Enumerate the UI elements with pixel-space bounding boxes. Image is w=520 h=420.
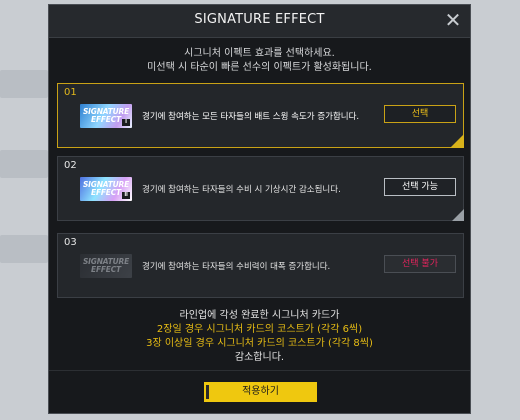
card-number: 03: [64, 237, 77, 248]
intro-line: 시그니처 이펙트 효과를 선택하세요.: [184, 48, 335, 59]
select-button[interactable]: 선택: [384, 105, 456, 123]
dialog-title: SIGNATURE EFFECT: [194, 12, 325, 27]
dialog-header: SIGNATURE EFFECT ✕: [49, 5, 470, 38]
badge-line: EFFECT: [91, 188, 121, 197]
info-line: 라인업에 각성 완료한 시그니처 카드가: [179, 310, 340, 321]
effect-card-03: 03 SIGNATURE EFFECT 경기에 참여하는 타자들의 수비력이 대…: [57, 233, 464, 298]
divider: [49, 370, 470, 371]
info-line: 감소합니다.: [234, 352, 285, 363]
cost-info-text: 라인업에 각성 완료한 시그니처 카드가 2장일 경우 시그니처 카드의 코스트…: [49, 309, 470, 365]
card-description: 경기에 참여하는 타자들의 수비력이 대폭 증가합니다.: [142, 262, 331, 272]
signature-effect-dialog: SIGNATURE EFFECT ✕ 시그니처 이펙트 효과를 선택하세요. 미…: [48, 4, 471, 414]
badge-line: EFFECT: [91, 115, 121, 124]
card-description: 경기에 참여하는 타자들의 수비 시 기상시간 감소됩니다.: [142, 185, 341, 195]
close-icon[interactable]: ✕: [442, 9, 464, 31]
intro-text: 시그니처 이펙트 효과를 선택하세요. 미선택 시 타순이 빠른 선수의 이펙트…: [49, 47, 470, 75]
background-element: [0, 70, 48, 98]
signature-effect-badge: SIGNATURE EFFECT: [80, 254, 132, 278]
select-disabled-button: 선택 불가: [384, 255, 456, 273]
card-description: 경기에 참여하는 모든 타자들의 배트 스윙 속도가 증가합니다.: [142, 112, 360, 122]
apply-button[interactable]: 적용하기: [204, 382, 317, 402]
signature-effect-badge: SIGNATURE EFFECT II: [80, 177, 132, 201]
select-available-button[interactable]: 선택 가능: [384, 178, 456, 196]
tier-badge: II: [122, 192, 130, 199]
background-element: [0, 150, 48, 178]
background-element: [0, 235, 48, 263]
effect-card-01[interactable]: 01 SIGNATURE EFFECT I 경기에 참여하는 모든 타자들의 배…: [57, 83, 464, 148]
info-line-highlight: 2장일 경우 시그니처 카드의 코스트가 (각각 6씩): [156, 324, 363, 335]
card-number: 01: [64, 87, 77, 98]
effect-card-02[interactable]: 02 SIGNATURE EFFECT II 경기에 참여하는 타자들의 수비 …: [57, 156, 464, 221]
badge-line: EFFECT: [91, 265, 121, 274]
intro-line: 미선택 시 타순이 빠른 선수의 이펙트가 활성화됩니다.: [147, 62, 372, 73]
signature-effect-badge: SIGNATURE EFFECT I: [80, 104, 132, 128]
tier-badge: I: [122, 119, 130, 126]
info-line-highlight: 3장 이상일 경우 시그니처 카드의 코스트가 (각각 8씩): [146, 338, 373, 349]
card-number: 02: [64, 160, 77, 171]
